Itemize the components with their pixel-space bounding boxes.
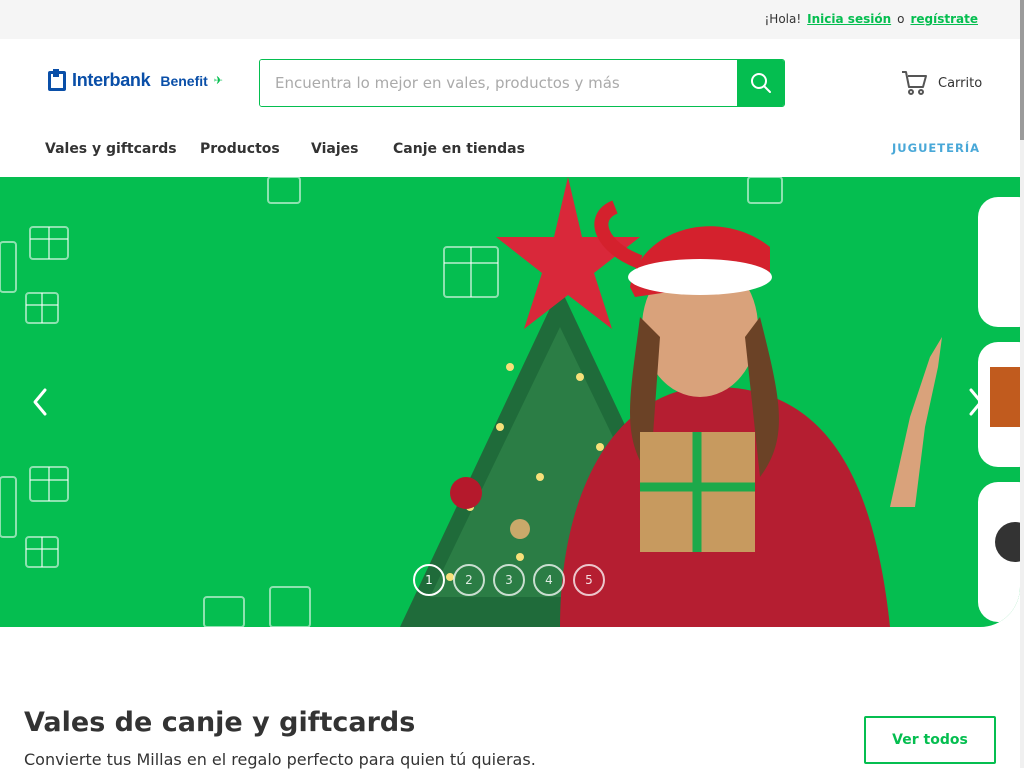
- interbank-benefit-logo[interactable]: Interbank Benefit ✈: [48, 68, 223, 91]
- logo-brand-text: Interbank: [72, 70, 151, 90]
- top-bar: ¡Hola! Inicia sesión o regístrate: [0, 0, 1020, 39]
- chevron-right-icon: [969, 388, 983, 416]
- carousel-dot-4[interactable]: 4: [533, 564, 565, 596]
- main-nav: Vales y giftcards Productos Viajes Canje…: [0, 127, 1020, 177]
- interbank-logo-icon: [48, 68, 66, 91]
- carousel-dot-3[interactable]: 3: [493, 564, 525, 596]
- chevron-left-icon: [33, 388, 47, 416]
- or-text: o: [897, 12, 905, 26]
- hero-banner: 1 2 3 4 5: [0, 177, 1020, 627]
- carousel-dot-1[interactable]: 1: [413, 564, 445, 596]
- login-link[interactable]: Inicia sesión: [807, 12, 891, 26]
- scrollbar-thumb[interactable]: [1020, 0, 1024, 140]
- section-title: Vales de canje y giftcards: [24, 707, 416, 738]
- logo-sub-text: Benefit: [160, 72, 208, 89]
- carousel-next-button[interactable]: [964, 382, 988, 422]
- greeting-text: ¡Hola!: [764, 12, 802, 26]
- cart-icon: [902, 71, 927, 95]
- carousel-dot-2[interactable]: 2: [453, 564, 485, 596]
- nav-item-canje-tiendas[interactable]: Canje en tiendas: [393, 141, 525, 157]
- ver-todos-button[interactable]: Ver todos: [864, 716, 996, 764]
- plane-icon: ✈: [213, 74, 223, 87]
- nav-item-jugueteria[interactable]: JUGUETERÍA: [892, 141, 980, 155]
- search-button[interactable]: [737, 60, 784, 106]
- section-subtitle: Convierte tus Millas en el regalo perfec…: [24, 750, 536, 769]
- carousel-prev-button[interactable]: [28, 382, 52, 422]
- greeting-area: ¡Hola! Inicia sesión o regístrate: [764, 12, 978, 26]
- nav-item-vales[interactable]: Vales y giftcards: [45, 141, 177, 157]
- search-icon: [750, 73, 771, 93]
- carousel-dot-5[interactable]: 5: [573, 564, 605, 596]
- hero-illustration: [0, 177, 1020, 627]
- search-bar: [259, 59, 785, 107]
- carousel-pagination: 1 2 3 4 5: [413, 564, 605, 596]
- register-link[interactable]: regístrate: [910, 12, 978, 26]
- nav-item-productos[interactable]: Productos: [200, 141, 280, 157]
- cart-button[interactable]: Carrito: [900, 69, 982, 97]
- nav-item-viajes[interactable]: Viajes: [311, 141, 358, 157]
- page-scrollbar[interactable]: [1020, 0, 1024, 768]
- header: Interbank Benefit ✈ Carrito: [0, 39, 1020, 127]
- search-input[interactable]: [260, 60, 737, 106]
- cart-label: Carrito: [938, 75, 983, 91]
